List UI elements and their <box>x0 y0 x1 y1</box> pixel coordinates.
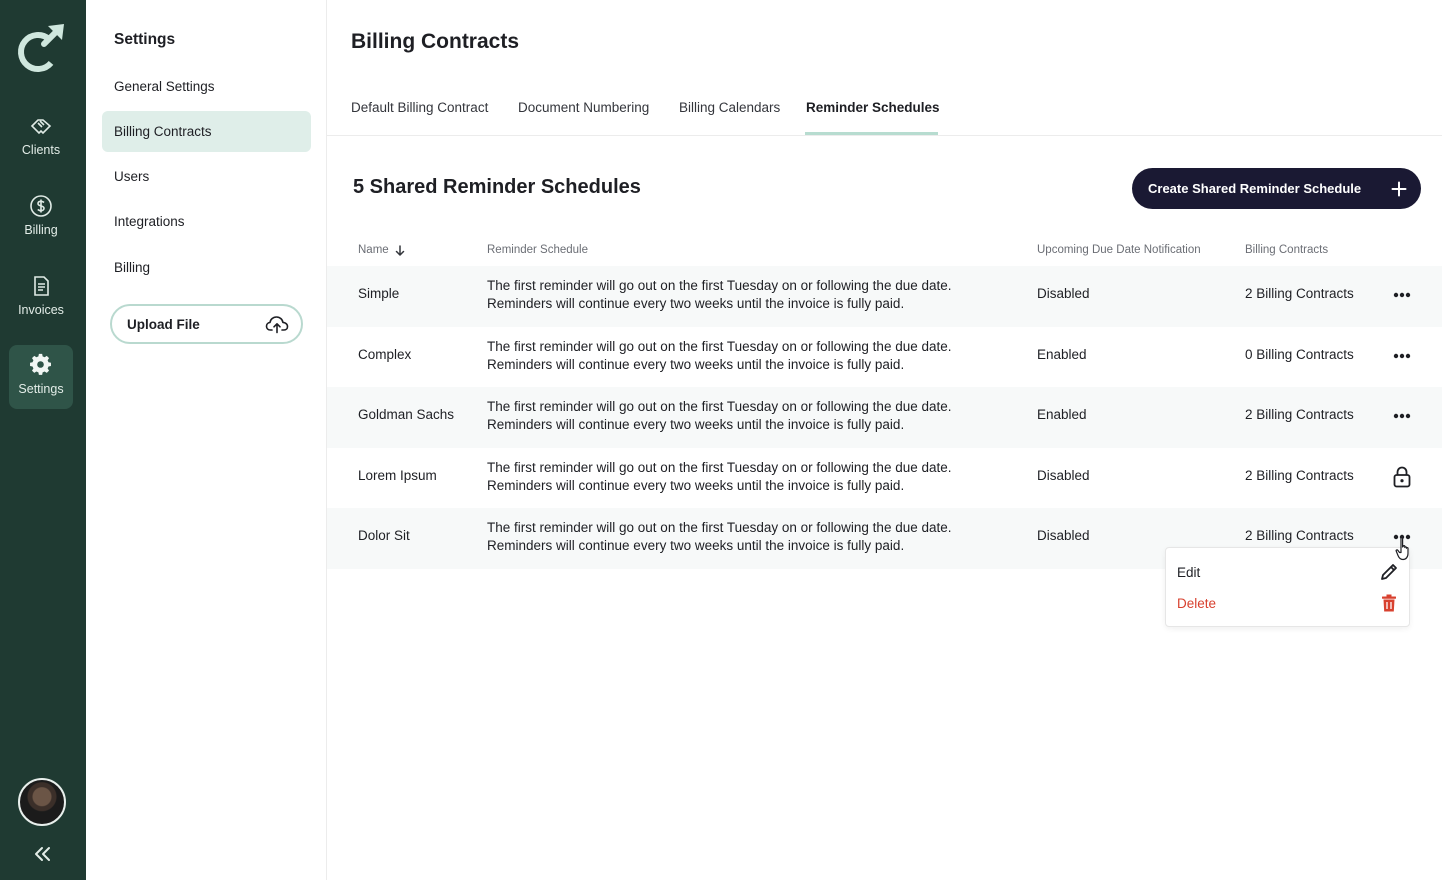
row-schedule: The first reminder will go out on the fi… <box>487 398 1007 434</box>
row-contracts: 2 Billing Contracts <box>1245 286 1354 301</box>
menu-item-delete-label: Delete <box>1177 595 1217 611</box>
schedule-line: Reminders will continue every two weeks … <box>487 296 905 311</box>
create-button-label: Create Shared Reminder Schedule <box>1148 181 1362 196</box>
row-name: Complex <box>358 346 412 362</box>
upload-file-button[interactable]: Upload File <box>110 304 303 344</box>
schedule-line: Reminders will continue every two weeks … <box>487 477 905 493</box>
more-icon <box>1393 292 1411 298</box>
more-icon <box>1393 413 1411 419</box>
row-contracts: 2 Billing Contracts <box>1245 407 1354 422</box>
tab-document-numbering[interactable]: Document Numbering <box>518 100 649 115</box>
row-notification: Disabled <box>1037 528 1090 543</box>
handshake-icon <box>30 119 52 135</box>
tab-default-billing-contract[interactable]: Default Billing Contract <box>351 100 488 115</box>
rail-item-billing[interactable]: Billing <box>9 186 73 250</box>
row-name: Dolor Sit <box>358 528 410 543</box>
cloud-upload-icon <box>265 316 289 334</box>
row-name: Lorem Ipsum <box>358 467 437 483</box>
settings-nav: Settings General Settings Billing Contra… <box>86 0 327 880</box>
rail-item-settings[interactable]: Settings <box>9 345 73 409</box>
row-actions-button[interactable] <box>1389 284 1415 306</box>
more-icon <box>1393 353 1411 358</box>
plus-icon <box>1391 181 1407 196</box>
column-header-notification: Upcoming Due Date Notification <box>1037 244 1201 256</box>
section-title: 5 Shared Reminder Schedules <box>353 176 641 198</box>
table-row[interactable]: Simple The first reminder will go out on… <box>327 266 1442 327</box>
page-title: Billing Contracts <box>351 30 520 53</box>
menu-item-edit-label: Edit <box>1177 564 1201 580</box>
tab-bar: Default Billing Contract Document Number… <box>327 86 1442 136</box>
table-header: Name Reminder Schedule Upcoming Due Date… <box>327 236 1442 266</box>
row-context-menu: Edit Delete <box>1165 547 1410 627</box>
row-contracts: 2 Billing Contracts <box>1245 467 1354 483</box>
menu-item-delete[interactable]: Delete <box>1177 591 1399 615</box>
schedule-line: The first reminder will go out on the fi… <box>487 520 952 535</box>
table-row[interactable]: Lorem Ipsum The first reminder will go o… <box>327 448 1442 509</box>
row-contracts: 0 Billing Contracts <box>1245 346 1354 362</box>
settings-nav-item-general[interactable]: General Settings <box>102 66 311 107</box>
column-header-name-label: Name <box>358 244 389 256</box>
row-actions-button[interactable] <box>1389 405 1415 427</box>
row-lock-indicator <box>1389 466 1415 488</box>
table-row[interactable]: Complex The first reminder will go out o… <box>327 327 1442 388</box>
row-actions-button[interactable] <box>1389 345 1415 367</box>
main-content: Billing Contracts Default Billing Contra… <box>327 0 1442 880</box>
tab-reminder-schedules[interactable]: Reminder Schedules <box>806 100 940 115</box>
row-notification: Enabled <box>1037 407 1087 422</box>
settings-nav-item-billing[interactable]: Billing <box>102 247 311 288</box>
upload-file-label: Upload File <box>127 316 200 332</box>
pencil-icon <box>1381 564 1397 580</box>
create-shared-reminder-schedule-button[interactable]: Create Shared Reminder Schedule <box>1132 168 1421 209</box>
invoice-document-icon <box>34 276 49 296</box>
rail-label: Settings <box>18 382 64 396</box>
menu-item-edit[interactable]: Edit <box>1177 560 1399 584</box>
reminder-schedules-table: Name Reminder Schedule Upcoming Due Date… <box>327 236 1442 569</box>
sort-descending-icon <box>395 244 404 256</box>
rail-item-clients[interactable]: Clients <box>9 106 73 170</box>
column-header-contracts: Billing Contracts <box>1245 244 1329 256</box>
row-schedule: The first reminder will go out on the fi… <box>487 519 1007 555</box>
column-header-name[interactable]: Name <box>358 244 405 256</box>
tab-billing-calendars[interactable]: Billing Calendars <box>679 100 780 115</box>
row-schedule: The first reminder will go out on the fi… <box>487 277 1007 313</box>
collapse-sidebar-icon[interactable] <box>29 843 55 865</box>
row-schedule: The first reminder will go out on the fi… <box>487 459 1007 495</box>
settings-nav-item-integrations[interactable]: Integrations <box>102 201 311 242</box>
schedule-line: The first reminder will go out on the fi… <box>487 399 952 414</box>
schedule-line: Reminders will continue every two weeks … <box>487 417 905 432</box>
settings-nav-title: Settings <box>114 31 176 48</box>
rail-label: Invoices <box>18 303 64 317</box>
dollar-circle-icon <box>30 195 52 217</box>
row-contracts: 2 Billing Contracts <box>1245 528 1354 543</box>
row-notification: Disabled <box>1037 467 1090 483</box>
row-notification: Enabled <box>1037 346 1087 362</box>
rail-label: Billing <box>24 223 58 237</box>
hand-pointer-cursor-icon <box>1395 537 1409 561</box>
settings-nav-item-users[interactable]: Users <box>102 156 311 197</box>
row-notification: Disabled <box>1037 286 1090 301</box>
avatar[interactable] <box>18 778 66 826</box>
rail-label: Clients <box>21 143 61 157</box>
schedule-line: The first reminder will go out on the fi… <box>487 278 952 293</box>
gear-icon <box>30 353 51 375</box>
row-schedule: The first reminder will go out on the fi… <box>487 338 1007 374</box>
settings-nav-item-billing-contracts[interactable]: Billing Contracts <box>102 111 311 152</box>
app-window: Clients Billing Invoices Settings Settin… <box>0 0 1442 880</box>
row-name: Goldman Sachs <box>358 407 455 422</box>
app-logo-icon[interactable] <box>14 20 70 76</box>
row-name: Simple <box>358 286 400 301</box>
schedule-line: Reminders will continue every two weeks … <box>487 538 905 553</box>
schedule-line: The first reminder will go out on the fi… <box>487 338 952 354</box>
schedule-line: Reminders will continue every two weeks … <box>487 356 905 372</box>
table-row[interactable]: Goldman Sachs The first reminder will go… <box>327 387 1442 448</box>
active-tab-indicator <box>805 132 938 135</box>
lock-icon <box>1393 466 1411 487</box>
schedule-line: The first reminder will go out on the fi… <box>487 459 952 475</box>
rail-item-invoices[interactable]: Invoices <box>9 266 73 330</box>
trash-icon <box>1382 594 1396 612</box>
app-rail: Clients Billing Invoices Settings <box>0 0 86 880</box>
column-header-schedule: Reminder Schedule <box>487 244 589 256</box>
